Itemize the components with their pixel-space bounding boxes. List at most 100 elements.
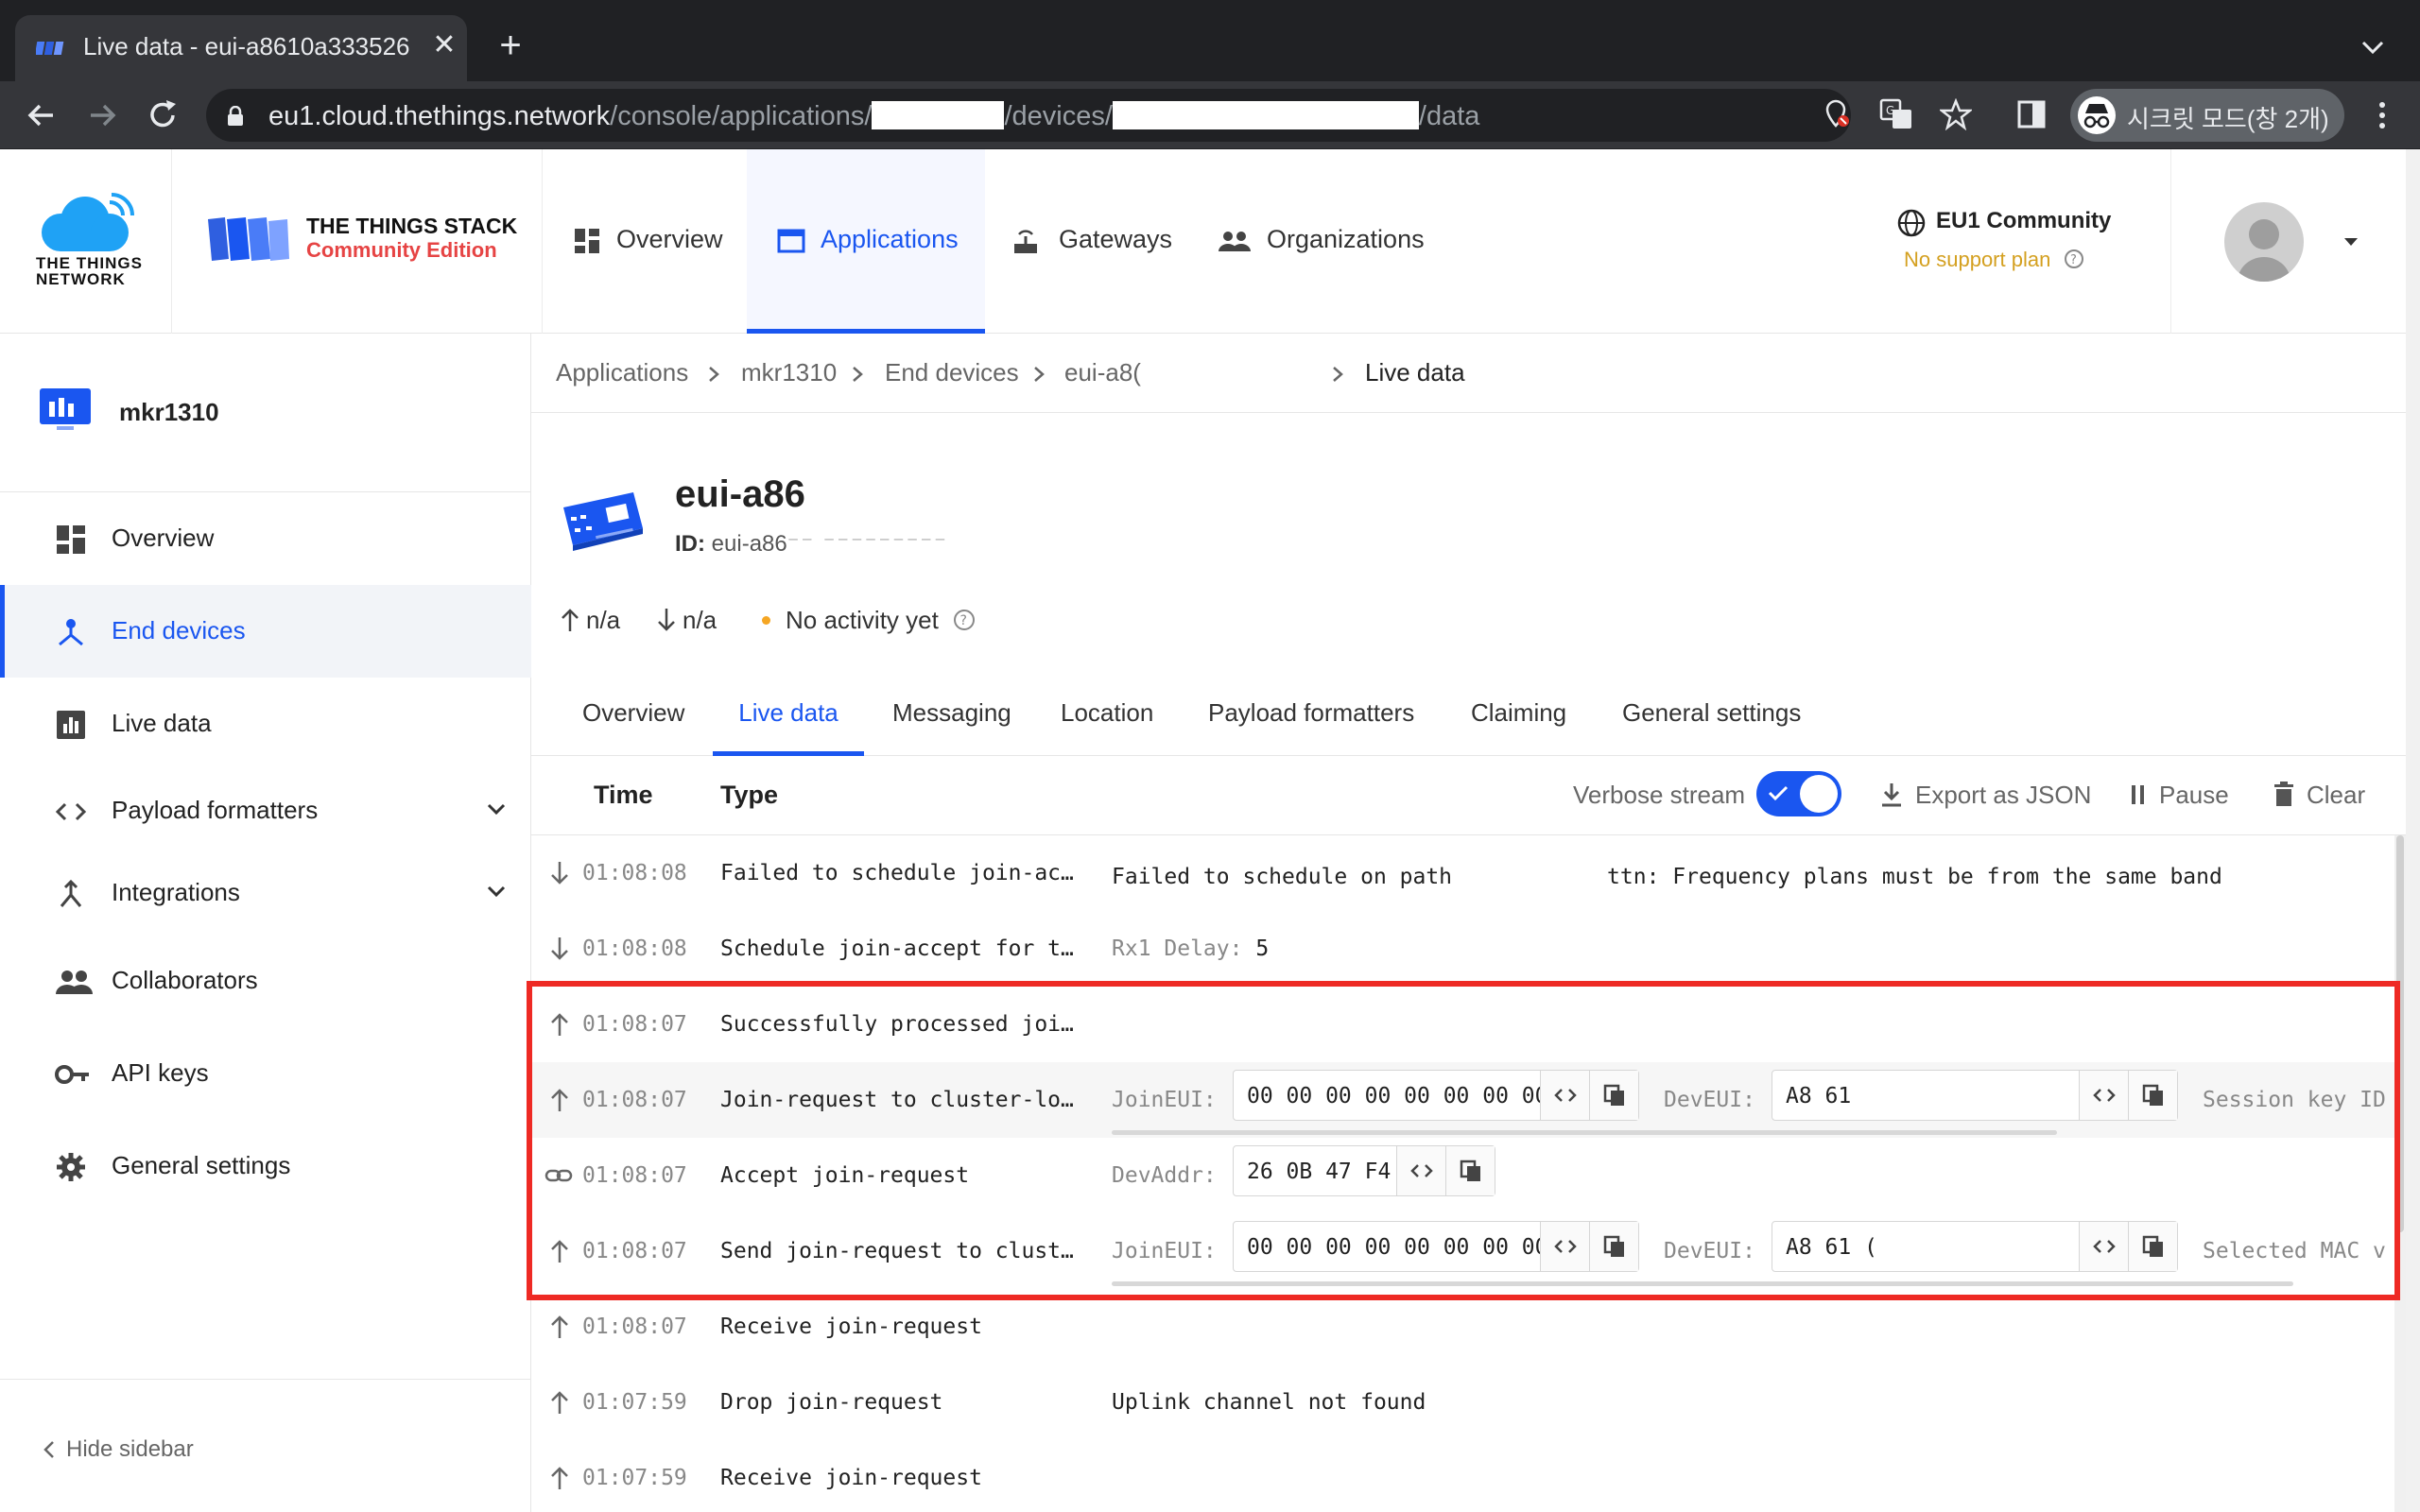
event-row[interactable]: 01:08:07 Receive join-request — [531, 1289, 2394, 1365]
event-row[interactable]: 01:08:07 Join-request to cluster-lo… Joi… — [531, 1062, 2394, 1138]
tab-location[interactable]: Location — [1061, 678, 1153, 756]
tab-payload-formatters[interactable]: Payload formatters — [1208, 678, 1414, 756]
integrations-icon — [60, 879, 82, 907]
sidebar-item-integrations[interactable]: Integrations — [0, 847, 531, 939]
chevron-down-icon[interactable] — [2342, 232, 2360, 251]
toggle-format-button[interactable] — [1396, 1146, 1445, 1195]
breadcrumb-applications[interactable]: Applications — [556, 358, 688, 387]
column-type: Type — [720, 781, 779, 809]
incognito-profile-button[interactable]: 시크릿 모드(창 2개) — [2070, 89, 2344, 142]
sidebar-item-general-settings[interactable]: General settings — [0, 1120, 531, 1212]
side-panel-icon[interactable] — [2017, 100, 2046, 129]
cloud-logo-icon — [42, 193, 134, 251]
sidebar-item-api-keys[interactable]: API keys — [0, 1027, 531, 1120]
help-icon[interactable]: ? — [2064, 249, 2084, 269]
sidebar-item-collaborators[interactable]: Collaborators — [0, 935, 531, 1027]
address-bar[interactable]: eu1.cloud.thethings.network/console/appl… — [206, 89, 1851, 142]
tab-claiming[interactable]: Claiming — [1471, 678, 1566, 756]
stack-subtitle: Community Edition — [306, 238, 497, 262]
stack-logo-icon — [208, 217, 289, 261]
active-sidebar-indicator — [0, 585, 5, 678]
row-scrollbar[interactable] — [1112, 1281, 2293, 1286]
location-blocked-icon[interactable] — [1821, 98, 1851, 129]
event-row[interactable]: 01:08:07 Accept join-request DevAddr: 26… — [531, 1138, 2394, 1213]
gateway-icon — [1014, 230, 1037, 253]
export-json-button[interactable]: Export as JSON — [1879, 781, 2091, 810]
copy-button[interactable] — [1589, 1071, 1638, 1120]
event-row[interactable]: 01:08:08 Failed to schedule join-ac… Fai… — [531, 835, 2394, 911]
event-row[interactable]: 01:07:59 Drop join-request Uplink channe… — [531, 1365, 2394, 1440]
translate-icon[interactable]: G — [1879, 98, 1913, 130]
topnav-gateways[interactable]: Gateways — [985, 149, 1174, 334]
toggle-format-button[interactable] — [1540, 1071, 1589, 1120]
copy-button[interactable] — [2128, 1071, 2177, 1120]
hide-sidebar-button[interactable]: Hide sidebar — [0, 1379, 531, 1512]
chevron-down-icon[interactable] — [486, 885, 507, 900]
user-menu[interactable] — [2170, 149, 2406, 334]
topnav-organizations[interactable]: Organizations — [1193, 149, 1439, 334]
event-type: Drop join-request — [720, 1390, 943, 1415]
stream-scrollbar[interactable] — [2394, 835, 2406, 1512]
chevron-down-icon[interactable] — [486, 802, 507, 817]
topnav-overview[interactable]: Overview — [543, 149, 745, 334]
new-tab-icon[interactable]: + — [488, 25, 533, 70]
chevron-right-icon — [1333, 367, 1343, 382]
verbose-stream-toggle[interactable] — [1756, 771, 1841, 816]
copy-icon — [1603, 1084, 1624, 1106]
forward-arrow-icon[interactable] — [81, 94, 123, 136]
event-row[interactable]: 01:08:07 Send join-request to clust… Joi… — [531, 1213, 2394, 1289]
topnav-applications[interactable]: Applications — [747, 149, 985, 334]
tab-live-data[interactable]: Live data — [713, 678, 864, 756]
tab-messaging[interactable]: Messaging — [892, 678, 1011, 756]
pause-button[interactable]: Pause — [2129, 781, 2229, 810]
svg-text:G: G — [1886, 104, 1894, 117]
arrow-down-icon — [658, 609, 675, 631]
lock-icon[interactable] — [227, 106, 244, 127]
things-stack-logo[interactable]: THE THINGS STACK Community Edition — [172, 149, 543, 334]
svg-text:?: ? — [2070, 253, 2077, 267]
event-row[interactable]: 01:08:07 Successfully processed joi… — [531, 987, 2394, 1062]
arrow-down-icon — [551, 862, 568, 885]
device-id: ID: eui-a86⁻⁻ ⁻⁻⁻⁻⁻⁻⁻⁻⁻ — [675, 531, 948, 557]
support-plan-link[interactable]: No support plan ? — [1904, 248, 2084, 272]
pause-icon — [2132, 785, 2144, 804]
page-scrollbar[interactable] — [2406, 149, 2420, 1512]
browser-tab[interactable]: Live data - eui-a8610a333526 ✕ — [15, 15, 467, 81]
toggle-format-button[interactable] — [1540, 1222, 1589, 1271]
sidebar-item-end-devices[interactable]: End devices — [0, 585, 531, 678]
event-data: Failed to schedule on path ttn: Frequency… — [1112, 861, 2222, 889]
reload-icon[interactable] — [142, 94, 183, 136]
sidebar-item-live-data[interactable]: Live data — [0, 678, 531, 770]
tab-search-chevron-icon[interactable] — [2354, 28, 2392, 66]
browser-menu-icon[interactable] — [2363, 96, 2401, 134]
bar-chart-icon — [57, 711, 85, 739]
sidebar-item-payload-formatters[interactable]: Payload formatters — [0, 765, 531, 857]
copy-button[interactable] — [1445, 1146, 1495, 1195]
bookmark-star-icon[interactable] — [1938, 97, 1974, 131]
stream-scrollbar-thumb[interactable] — [2396, 835, 2404, 1232]
event-row[interactable]: 01:08:08 Schedule join-accept for t… Rx1… — [531, 911, 2394, 987]
toggle-format-button[interactable] — [2079, 1222, 2128, 1271]
copy-button[interactable] — [1589, 1222, 1638, 1271]
event-type: Receive join-request — [720, 1466, 982, 1490]
toggle-format-button[interactable] — [2079, 1071, 2128, 1120]
copy-button[interactable] — [2128, 1222, 2177, 1271]
arrow-up-icon — [562, 609, 579, 631]
back-arrow-icon[interactable] — [21, 94, 62, 136]
tab-general-settings[interactable]: General settings — [1622, 678, 1801, 756]
breadcrumb-application[interactable]: mkr1310 — [741, 358, 837, 387]
clear-button[interactable]: Clear — [2273, 781, 2365, 810]
event-row[interactable]: 01:07:59 Receive join-request — [531, 1440, 2394, 1512]
breadcrumb-end-devices[interactable]: End devices — [885, 358, 1019, 387]
avatar[interactable] — [2224, 202, 2304, 282]
breadcrumb-device[interactable]: eui-a8( — [1064, 358, 1141, 387]
tab-close-icon[interactable]: ✕ — [427, 28, 461, 62]
ttn-logo[interactable]: THE THINGS NETWORK — [0, 149, 172, 334]
arrow-up-icon — [551, 1089, 568, 1111]
ttn-favicon-icon — [36, 42, 64, 55]
last-activity: No activity yet ? — [762, 606, 976, 635]
sidebar-item-overview[interactable]: Overview — [0, 492, 531, 585]
tab-overview[interactable]: Overview — [582, 678, 684, 756]
help-icon[interactable]: ? — [953, 609, 976, 631]
row-scrollbar[interactable] — [1112, 1130, 2057, 1135]
